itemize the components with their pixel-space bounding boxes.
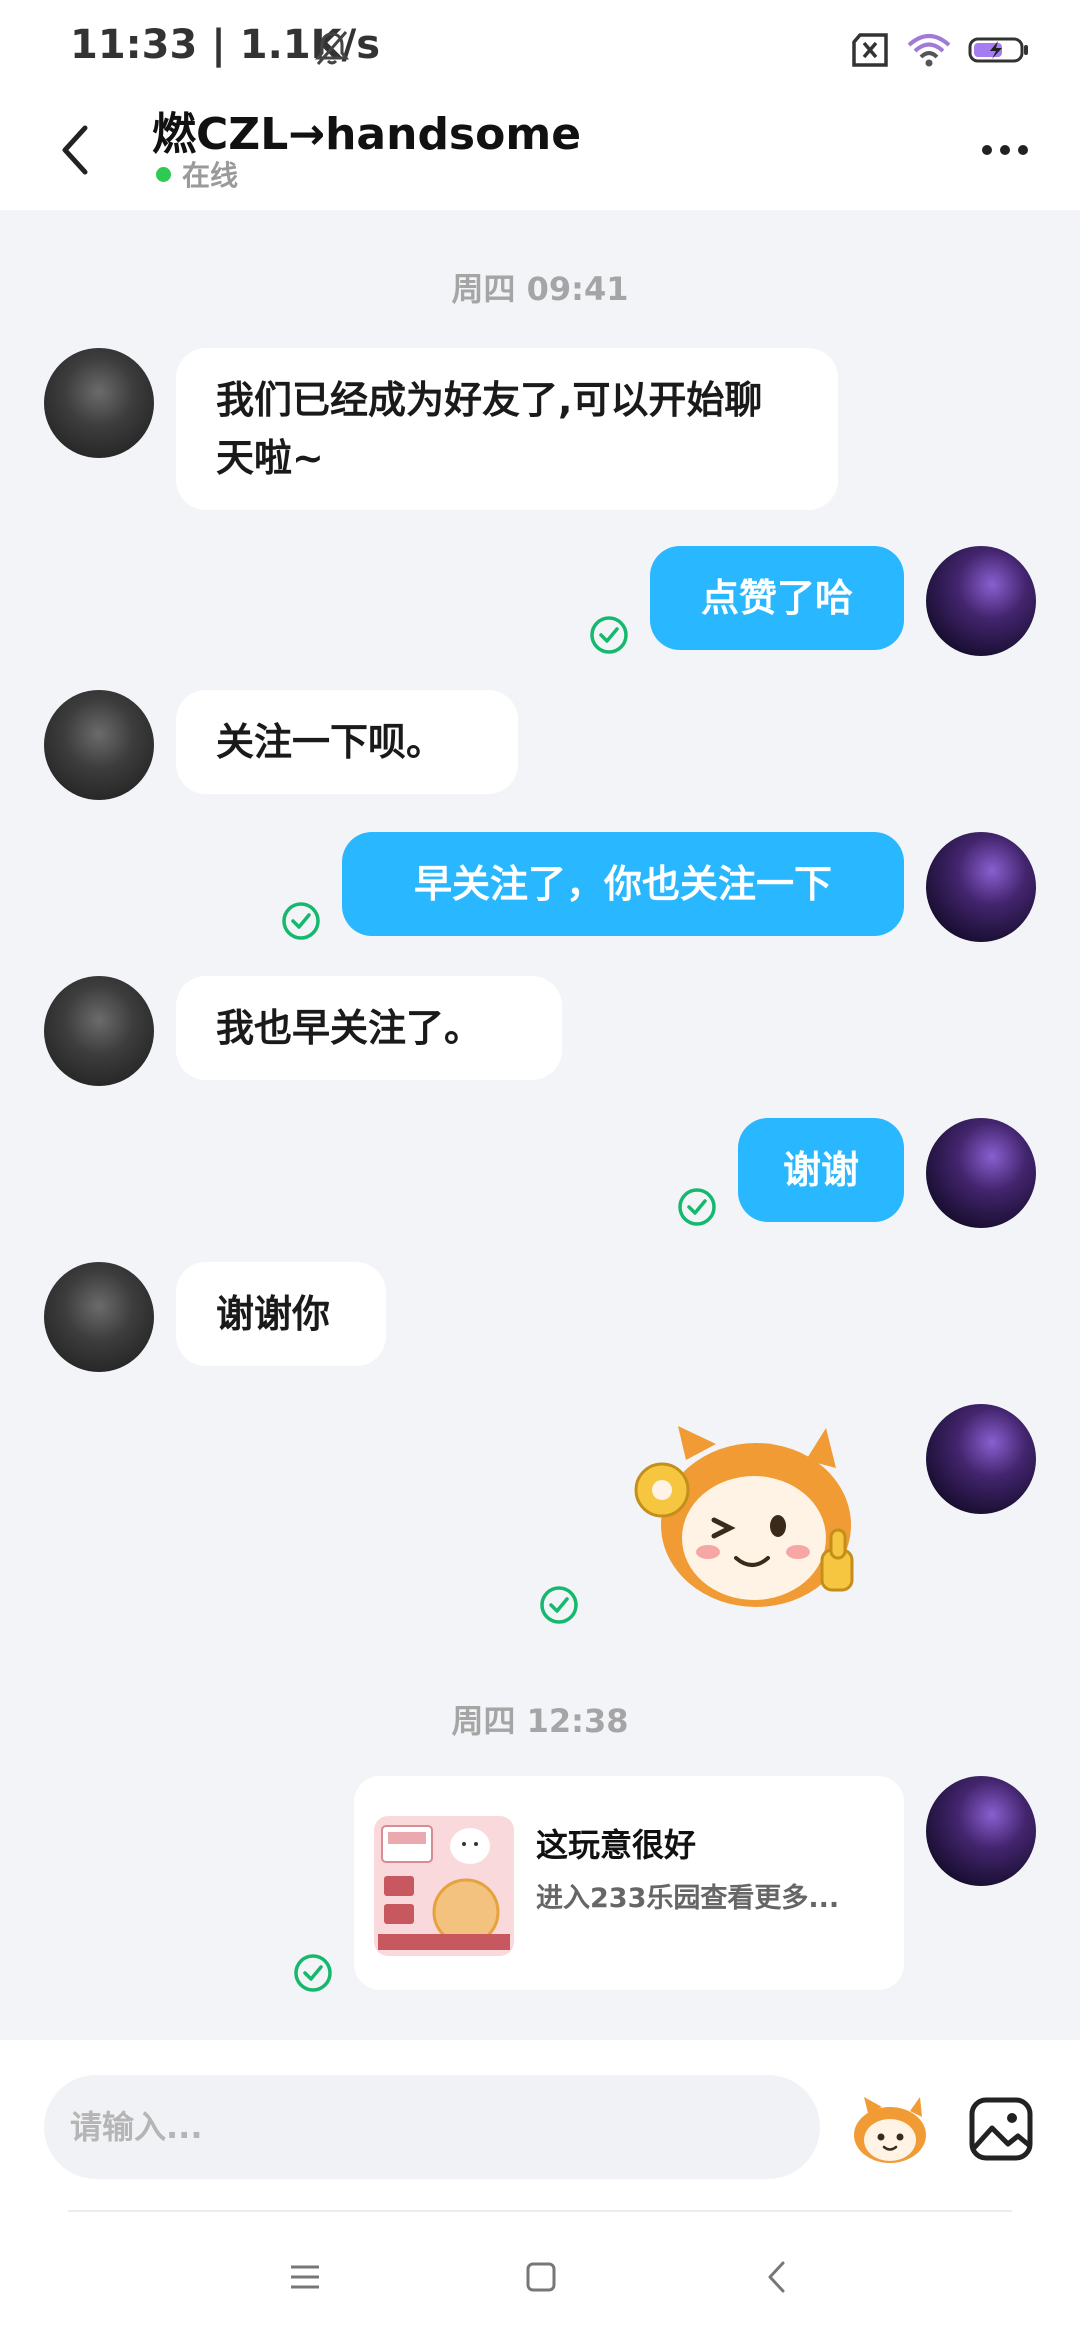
read-check-icon — [540, 1586, 578, 1624]
sim-missing-icon — [852, 33, 888, 67]
read-check-icon — [590, 616, 628, 654]
contact-avatar[interactable] — [44, 690, 154, 800]
chat-header: 燃CZL→handsome 在线 — [0, 90, 1080, 210]
chat-time-label: 周四 12:38 — [451, 1702, 629, 1740]
back-button[interactable] — [40, 110, 110, 190]
more-dot-icon — [982, 145, 992, 155]
square-home-icon — [526, 2262, 556, 2292]
nav-recents-button[interactable] — [280, 2252, 330, 2302]
my-avatar[interactable] — [926, 1404, 1036, 1514]
message-bubble-sent: 点赞了哈 — [650, 546, 904, 650]
sticker-image[interactable] — [626, 1420, 866, 1620]
chevron-left-icon — [62, 125, 88, 175]
card-thumbnail — [374, 1816, 514, 1956]
wifi-icon — [907, 34, 951, 67]
image-picker-icon[interactable] — [968, 2096, 1034, 2162]
my-avatar[interactable] — [926, 546, 1036, 656]
contact-avatar[interactable] — [44, 976, 154, 1086]
my-avatar[interactable] — [926, 832, 1036, 942]
chat-time-label: 周四 09:41 — [451, 270, 629, 308]
more-options-button[interactable] — [970, 125, 1040, 175]
system-navigation-bar — [0, 2212, 1080, 2340]
chevron-left-icon — [768, 2261, 785, 2293]
card-title: 这玩意很好 — [536, 1826, 697, 1864]
card-thumbnail-graphic — [378, 1825, 510, 1950]
message-bubble-received: 谢谢你 — [176, 1262, 386, 1366]
card-subtitle: 进入233乐园查看更多... — [536, 1883, 840, 1914]
online-status-dot — [156, 167, 171, 182]
nav-home-button[interactable] — [516, 2252, 566, 2302]
contact-avatar[interactable] — [44, 348, 154, 458]
read-check-icon — [678, 1188, 716, 1226]
message-bubble-sent: 早关注了，你也关注一下 — [342, 832, 904, 936]
shared-link-card[interactable]: 这玩意很好 进入233乐园查看更多... — [354, 1776, 904, 1990]
battery-charging-icon — [968, 37, 1028, 63]
emoji-sticker-icon[interactable] — [850, 2095, 930, 2165]
online-status-label: 在线 — [182, 159, 239, 192]
read-check-icon — [294, 1954, 332, 1992]
nav-back-button[interactable] — [752, 2252, 802, 2302]
my-avatar[interactable] — [926, 1776, 1036, 1886]
message-bubble-sent: 谢谢 — [738, 1118, 904, 1222]
menu-lines-icon — [291, 2265, 319, 2289]
status-icons — [850, 30, 1030, 70]
read-check-icon — [282, 902, 320, 940]
more-dot-icon — [1000, 145, 1010, 155]
my-avatar[interactable] — [926, 1118, 1036, 1228]
message-bubble-received: 我也早关注了。 — [176, 976, 562, 1080]
status-bar: 11:33 | 1.1K/s — [0, 0, 1080, 90]
chat-title: 燃CZL→handsome — [152, 109, 582, 160]
message-input[interactable] — [44, 2075, 820, 2179]
message-bubble-received: 我们已经成为好友了,可以开始聊天啦~ — [176, 348, 838, 510]
bell-muted-icon — [314, 31, 350, 65]
message-bubble-received: 关注一下呗。 — [176, 690, 518, 794]
contact-avatar[interactable] — [44, 1262, 154, 1372]
more-dot-icon — [1018, 145, 1028, 155]
input-bar — [0, 2040, 1080, 2220]
